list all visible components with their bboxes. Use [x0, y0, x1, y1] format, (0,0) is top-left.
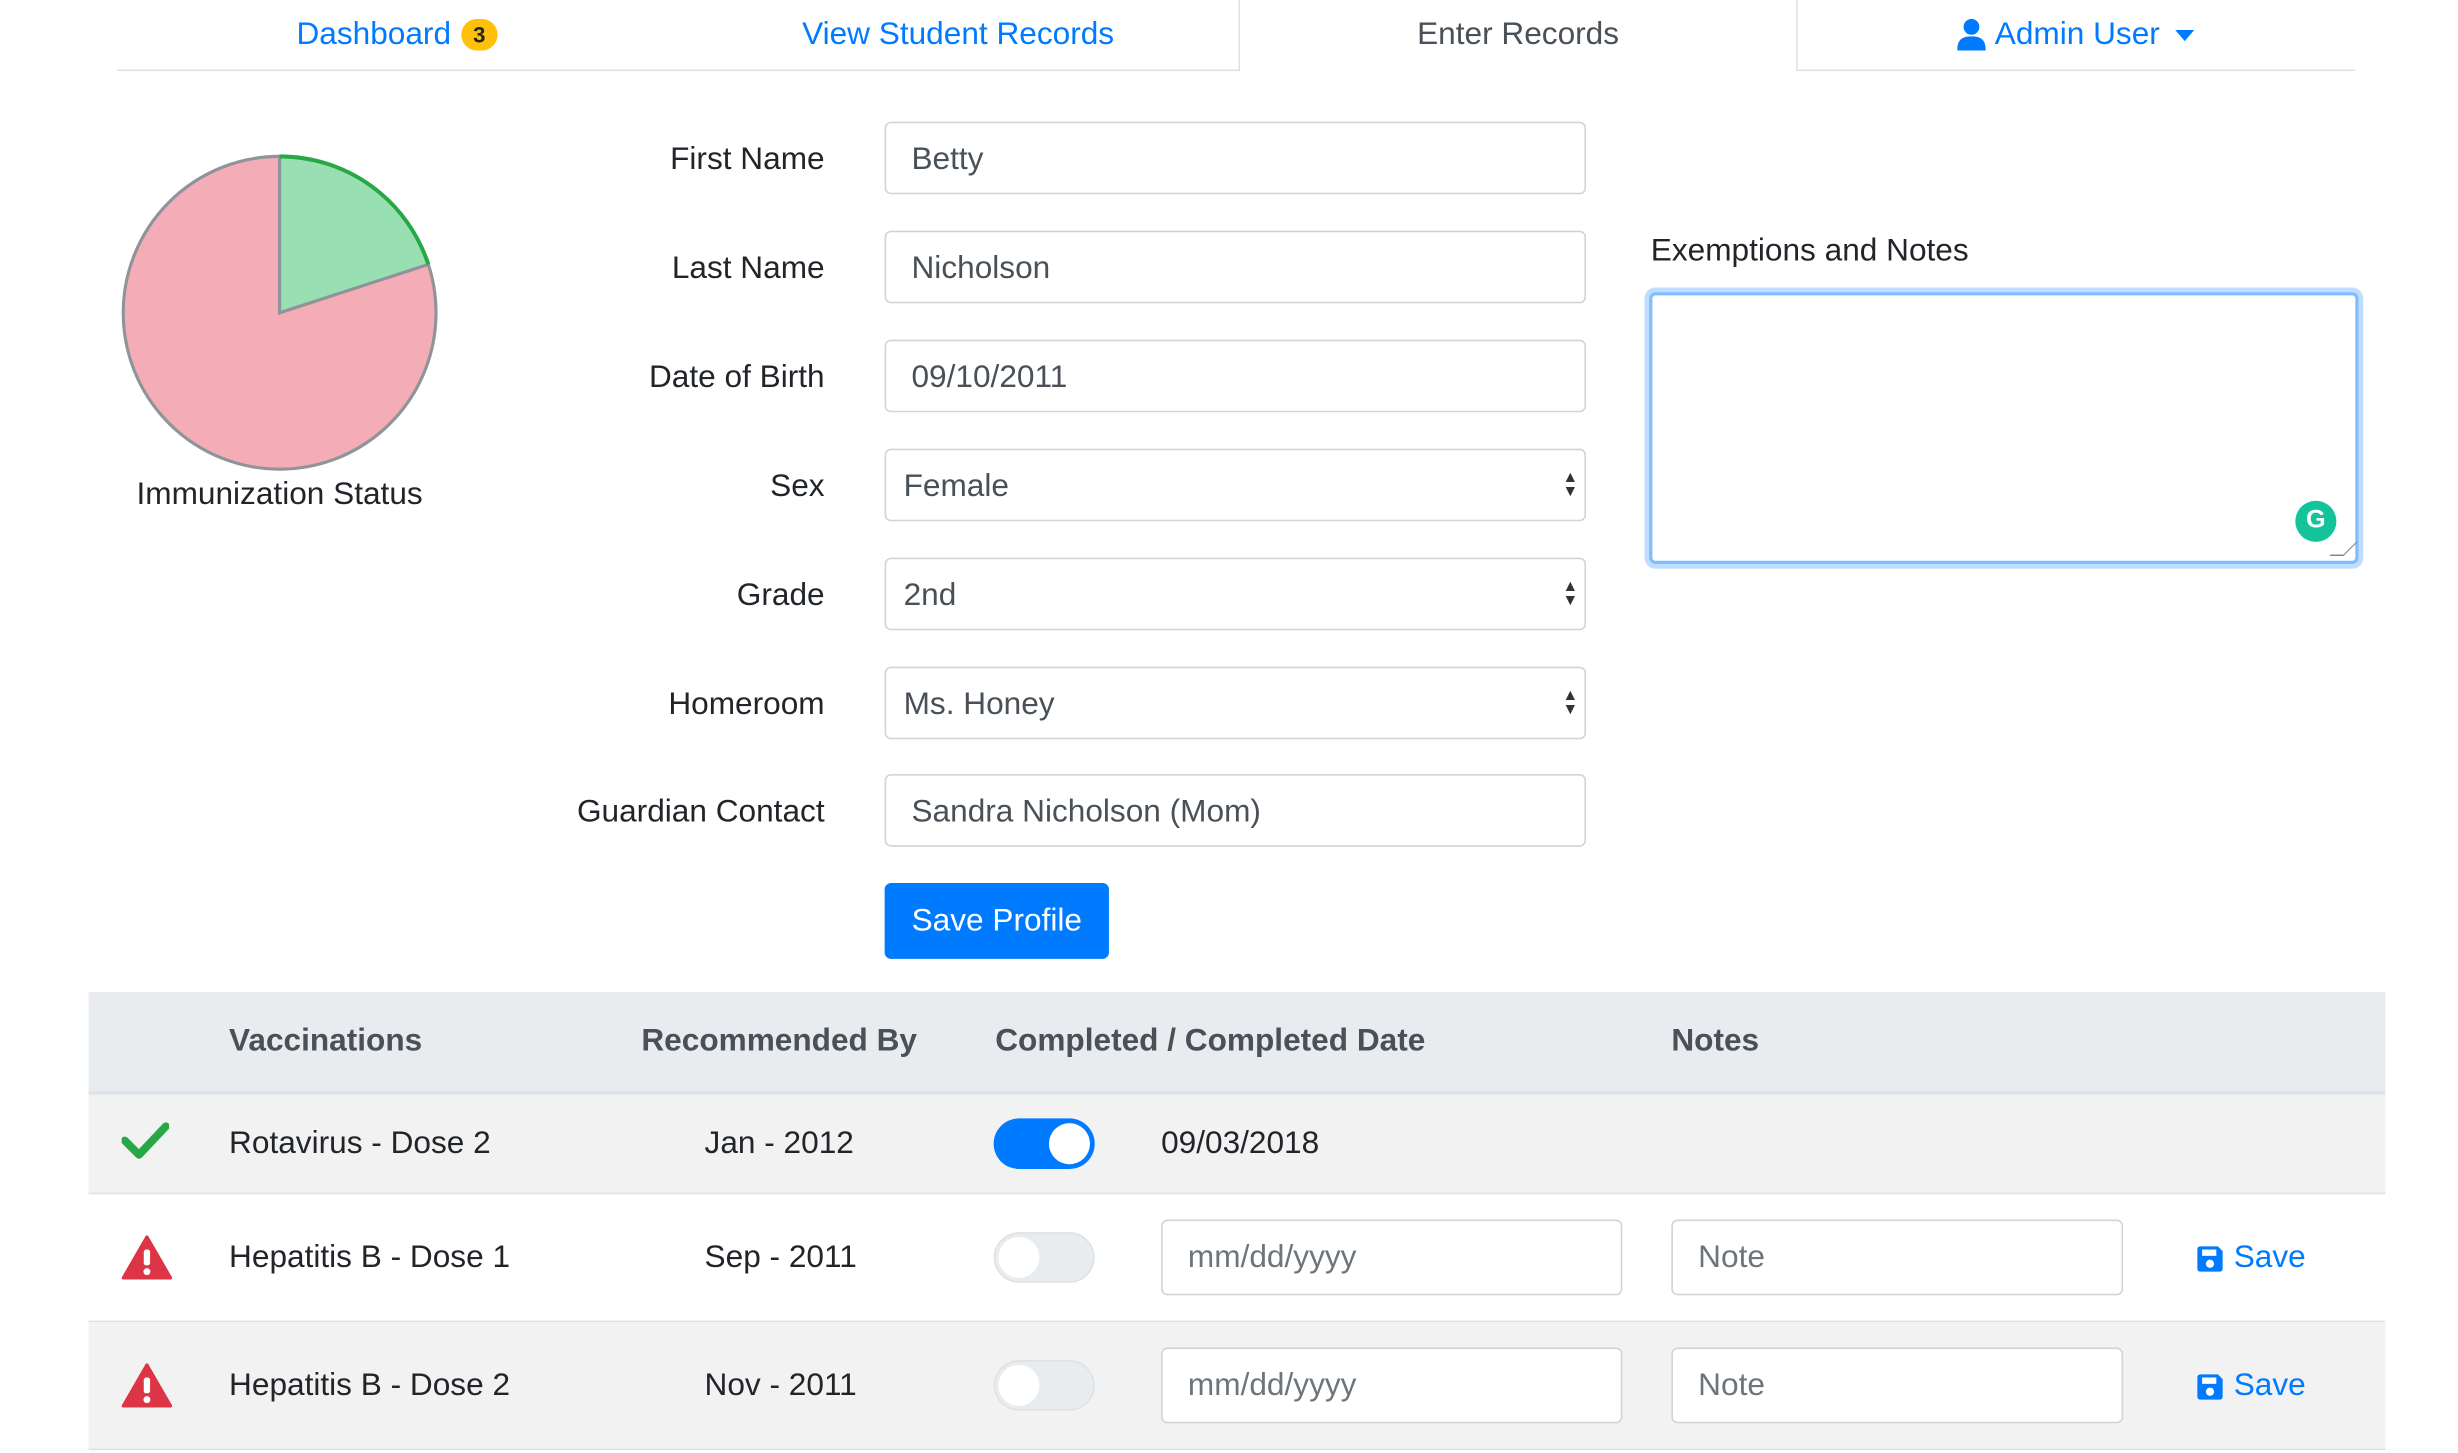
first-name-label: First Name	[670, 142, 825, 177]
save-row-button[interactable]: Save	[2196, 1240, 2306, 1276]
recommended-by: Sep - 2011	[704, 1240, 857, 1275]
vaccination-name: Hepatitis B - Dose 2	[229, 1368, 511, 1403]
completed-toggle[interactable]	[993, 1360, 1095, 1411]
sex-label: Sex	[770, 469, 825, 504]
immunization-status-label: Immunization Status	[136, 477, 423, 512]
completed-toggle[interactable]	[993, 1232, 1095, 1283]
homeroom-select-value: Ms. Honey	[903, 687, 1055, 722]
tab-dashboard[interactable]: Dashboard 3	[117, 0, 678, 70]
tab-view-student-records-label: View Student Records	[802, 16, 1115, 52]
exemptions-notes-label: Exemptions and Notes	[1650, 233, 1969, 269]
sex-row: Sex Female ▲ ▼	[474, 448, 1589, 525]
warning-icon	[121, 1235, 173, 1280]
grade-row: Grade 2nd ▲ ▼	[474, 557, 1589, 634]
tab-dashboard-label: Dashboard	[296, 16, 452, 52]
user-icon	[1956, 18, 1986, 51]
select-arrows-icon: ▲ ▼	[1562, 578, 1579, 610]
toggle-knob	[998, 1236, 1040, 1278]
check-icon	[121, 1122, 170, 1159]
immunization-pie	[121, 154, 438, 471]
grade-label: Grade	[736, 578, 825, 613]
grade-select[interactable]: 2nd ▲ ▼	[884, 557, 1587, 631]
immunization-status-chart: Immunization Status	[117, 150, 442, 512]
first-name-row: First Name Betty	[474, 121, 1589, 198]
vaccinations-table: Vaccinations Recommended By Completed / …	[88, 992, 2386, 1451]
header-vaccinations: Vaccinations	[229, 1023, 423, 1059]
tab-enter-records-label: Enter Records	[1417, 17, 1620, 53]
last-name-row: Last Name Nicholson	[474, 230, 1589, 307]
recommended-by: Nov - 2011	[704, 1368, 857, 1403]
dob-row: Date of Birth 09/10/2011	[474, 339, 1589, 416]
exemptions-notes-textarea[interactable]: G	[1649, 292, 2359, 564]
note-input[interactable]: Note	[1671, 1347, 2124, 1424]
floppy-disk-icon	[2197, 1245, 2223, 1271]
vaccination-name: Rotavirus - Dose 2	[229, 1126, 491, 1162]
guardian-row: Guardian Contact Sandra Nicholson (Mom)	[474, 774, 1589, 850]
chevron-down-icon	[2175, 29, 2195, 41]
admin-user-dropdown[interactable]: Admin User	[1796, 0, 2355, 70]
table-row: Rotavirus - Dose 2 Jan - 2012 09/03/2018	[88, 1094, 2386, 1195]
admin-user-label: Admin User	[1994, 16, 2160, 52]
note-input[interactable]: Note	[1671, 1219, 2124, 1296]
select-arrows-icon: ▲ ▼	[1562, 687, 1579, 719]
tab-enter-records[interactable]: Enter Records	[1238, 0, 1798, 72]
last-name-label: Last Name	[671, 251, 825, 286]
sex-select-value: Female	[903, 469, 1009, 504]
dob-input[interactable]: 09/10/2011	[884, 339, 1587, 413]
completed-date-input[interactable]: mm/dd/yyyy	[1161, 1347, 1623, 1424]
table-row: Hepatitis B - Dose 1 Sep - 2011 mm/dd/yy…	[88, 1194, 2386, 1323]
dashboard-count-badge: 3	[460, 18, 499, 51]
nav-tabs: Dashboard 3 View Student Records Enter R…	[116, 0, 2356, 72]
grammarly-icon[interactable]: G	[2295, 500, 2337, 542]
completed-date-input[interactable]: mm/dd/yyyy	[1161, 1219, 1623, 1296]
save-row-label: Save	[2233, 1368, 2306, 1403]
tab-view-student-records[interactable]: View Student Records	[678, 0, 1239, 70]
header-notes: Notes	[1671, 1023, 1760, 1059]
toggle-knob	[998, 1364, 1040, 1406]
select-arrows-icon: ▲ ▼	[1562, 469, 1579, 501]
grade-select-value: 2nd	[903, 578, 957, 613]
resize-handle-icon[interactable]	[2329, 541, 2358, 557]
homeroom-label: Homeroom	[668, 687, 825, 722]
guardian-label: Guardian Contact	[576, 794, 825, 830]
homeroom-row: Homeroom Ms. Honey ▲ ▼	[474, 666, 1589, 743]
page: Dashboard 3 View Student Records Enter R…	[0, 0, 2458, 1453]
header-completed: Completed / Completed Date	[995, 1023, 1426, 1059]
table-header: Vaccinations Recommended By Completed / …	[88, 992, 2386, 1095]
last-name-input[interactable]: Nicholson	[884, 230, 1587, 304]
floppy-disk-icon	[2197, 1373, 2223, 1399]
homeroom-select[interactable]: Ms. Honey ▲ ▼	[884, 666, 1587, 740]
first-name-input[interactable]: Betty	[884, 121, 1587, 195]
vaccination-name: Hepatitis B - Dose 1	[229, 1240, 511, 1275]
recommended-by: Jan - 2012	[704, 1126, 854, 1162]
save-profile-button[interactable]: Save Profile	[884, 883, 1109, 959]
dob-label: Date of Birth	[648, 360, 825, 395]
save-row-label: Save	[2233, 1240, 2306, 1275]
table-row: Hepatitis B - Dose 2 Nov - 2011 mm/dd/yy…	[88, 1322, 2386, 1451]
warning-icon	[121, 1363, 173, 1408]
save-row-button[interactable]: Save	[2196, 1368, 2306, 1404]
completed-date: 09/03/2018	[1161, 1126, 1320, 1162]
guardian-input[interactable]: Sandra Nicholson (Mom)	[884, 774, 1587, 847]
toggle-knob	[1048, 1123, 1090, 1165]
header-recommended-by: Recommended By	[641, 1023, 918, 1059]
sex-select[interactable]: Female ▲ ▼	[884, 448, 1587, 522]
completed-toggle[interactable]	[993, 1118, 1095, 1169]
